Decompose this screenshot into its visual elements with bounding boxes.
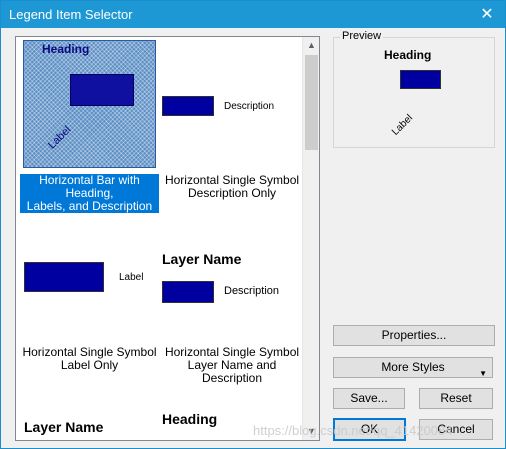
legend-style-gallery[interactable]: Heading Label Horizontal Bar with Headin…	[15, 36, 320, 441]
more-styles-dropdown[interactable]: More Styles ▼	[333, 357, 493, 378]
watermark-text: https://blog.csdn.net/qq_41420084	[253, 423, 453, 438]
title-bar: Legend Item Selector ✕	[1, 1, 505, 28]
reset-button[interactable]: Reset	[419, 388, 493, 409]
gallery-item-caption: Horizontal Single Symbol Label Only	[20, 346, 159, 372]
gallery-item-caption: Horizontal Single Symbol Description Onl…	[162, 174, 302, 200]
preview-group-label: Preview	[340, 30, 384, 42]
save-button[interactable]: Save...	[333, 388, 405, 409]
gallery-item-single-symbol-description-only[interactable]: Description Horizontal Single Symbol Des…	[162, 37, 302, 202]
more-styles-label: More Styles	[381, 360, 445, 374]
caption-line: Labels, and Description	[26, 199, 153, 213]
scroll-up-icon[interactable]: ▲	[303, 37, 319, 54]
item-symbol	[162, 96, 214, 116]
item-description: Description	[224, 101, 275, 112]
properties-button[interactable]: Properties...	[333, 325, 495, 346]
preview-heading: Heading	[384, 48, 432, 62]
save-button-label: Save...	[350, 391, 388, 405]
item-symbol	[162, 281, 214, 303]
item-heading: Heading	[162, 411, 218, 427]
caption-line: Layer Name and Description	[187, 358, 277, 385]
legend-item-selector-dialog: Legend Item Selector ✕ Heading Label Hor…	[0, 0, 506, 449]
properties-button-label: Properties...	[381, 328, 447, 342]
preview-symbol	[400, 70, 441, 89]
caption-line: Description Only	[187, 186, 277, 200]
gallery-item-single-symbol-layer-name-description[interactable]: Layer Name Description Horizontal Single…	[162, 247, 302, 385]
item-symbol	[24, 262, 104, 292]
scroll-thumb[interactable]	[305, 55, 318, 150]
gallery-item-caption: Horizontal Bar with Heading, Labels, and…	[20, 174, 159, 213]
selected-item-thumbnail: Heading Label	[23, 40, 156, 168]
thumbnail-symbol	[70, 74, 134, 106]
gallery-item-single-symbol-label-only[interactable]: Label Horizontal Single Symbol Label Onl…	[16, 247, 162, 377]
item-layer-name: Layer Name	[24, 419, 104, 435]
thumbnail-heading: Heading	[42, 42, 90, 56]
caption-line: Horizontal Bar with Heading,	[39, 173, 140, 200]
close-icon[interactable]: ✕	[469, 1, 505, 28]
window-title: Legend Item Selector	[9, 7, 133, 22]
caption-line: Label Only	[60, 358, 119, 372]
chevron-down-icon: ▼	[479, 369, 487, 378]
item-layer-name: Layer Name	[162, 251, 242, 267]
item-label: Label	[119, 272, 144, 283]
reset-button-label: Reset	[440, 391, 472, 405]
gallery-scrollbar[interactable]: ▲ ▼	[302, 37, 319, 440]
preview-panel: Preview Heading Label	[333, 30, 495, 148]
gallery-item-caption: Horizontal Single Symbol Layer Name and …	[162, 346, 302, 385]
gallery-item-layer-name[interactable]: Layer Name	[16, 407, 162, 440]
thumbnail-label: Label	[46, 123, 74, 152]
preview-label: Label	[390, 112, 416, 138]
gallery-item-horizontal-bar-heading-labels-description[interactable]: Heading Label Horizontal Bar with Headin…	[16, 37, 162, 213]
item-description: Description	[224, 285, 280, 297]
